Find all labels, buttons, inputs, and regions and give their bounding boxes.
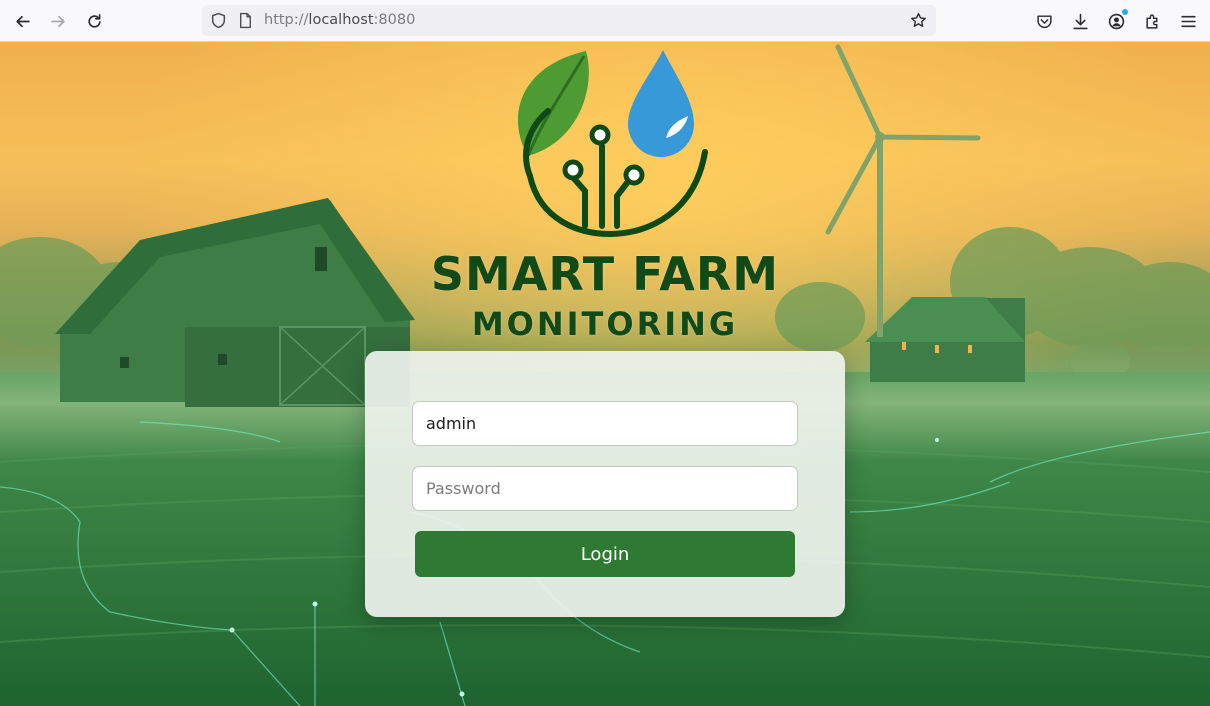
forward-button[interactable] <box>44 7 72 35</box>
account-button[interactable] <box>1102 7 1130 35</box>
page-icon[interactable] <box>237 12 254 29</box>
url-scheme: http:// <box>264 12 309 28</box>
menu-icon <box>1180 15 1196 27</box>
brand-title: SMART FARM <box>430 247 780 301</box>
browser-toolbar: http://localhost:8080 <box>0 0 1210 42</box>
url-port: :8080 <box>373 12 416 28</box>
smart-farm-logo <box>517 50 708 238</box>
pocket-button[interactable] <box>1030 7 1058 35</box>
reload-icon <box>87 13 101 28</box>
forward-arrow-icon <box>50 15 65 27</box>
download-icon <box>1072 13 1088 29</box>
page-viewport: SMART FARM MONITORING admin Password Log… <box>0 42 1210 706</box>
notification-dot <box>1122 9 1128 15</box>
bookmark-star-icon[interactable] <box>910 12 927 29</box>
login-card: admin Password Login <box>365 351 845 617</box>
extensions-icon <box>1145 13 1157 29</box>
back-arrow-icon <box>15 15 30 27</box>
password-field[interactable]: Password <box>412 466 798 511</box>
url-host: localhost <box>308 12 374 28</box>
downloads-button[interactable] <box>1066 7 1094 35</box>
shield-icon[interactable] <box>210 12 227 29</box>
login-button[interactable]: Login <box>415 531 795 577</box>
app-menu-button[interactable] <box>1174 7 1202 35</box>
extensions-button[interactable] <box>1138 7 1166 35</box>
brand-subtitle: MONITORING <box>471 305 739 343</box>
reload-button[interactable] <box>80 7 108 35</box>
username-field[interactable]: admin <box>412 401 798 446</box>
address-bar[interactable]: http://localhost:8080 <box>202 5 936 36</box>
account-icon <box>1108 13 1124 29</box>
back-button[interactable] <box>8 7 36 35</box>
url-text[interactable]: http://localhost:8080 <box>264 12 415 28</box>
pocket-icon <box>1036 14 1052 28</box>
